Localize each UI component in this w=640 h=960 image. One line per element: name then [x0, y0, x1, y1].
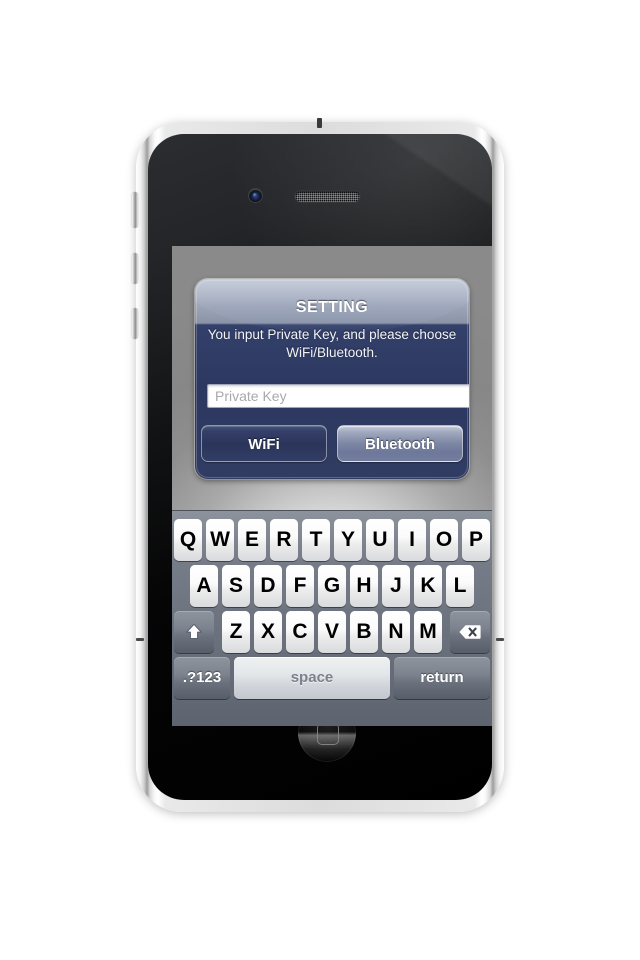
key-d[interactable]: D [254, 565, 282, 607]
backspace-icon [450, 611, 490, 653]
antenna-notch-left [136, 638, 144, 641]
shift-icon [174, 611, 214, 653]
key-n[interactable]: N [382, 611, 410, 653]
home-square-icon [317, 723, 339, 745]
virtual-keyboard: Q W E R T Y U I O P A S D F G H J K L Z … [172, 510, 492, 726]
phone-device-frame: SETTING You input Private Key, and pleas… [132, 118, 504, 812]
speaker-grille-icon [295, 191, 360, 202]
silent-switch-button[interactable] [132, 192, 138, 228]
key-x[interactable]: X [254, 611, 282, 653]
key-h[interactable]: H [350, 565, 378, 607]
keyboard-row-2: A S D F G H J K L [172, 565, 492, 607]
phone-screen: SETTING You input Private Key, and pleas… [172, 246, 492, 726]
key-u[interactable]: U [366, 519, 394, 561]
backspace-key[interactable] [450, 611, 490, 653]
bluetooth-button[interactable]: Bluetooth [337, 425, 463, 462]
screenshot-stage: SETTING You input Private Key, and pleas… [0, 0, 640, 960]
wifi-button[interactable]: WiFi [201, 425, 327, 462]
volume-up-button[interactable] [132, 253, 138, 284]
antenna-nub [317, 118, 322, 128]
key-o[interactable]: O [430, 519, 458, 561]
keyboard-row-4: .?123 space return [172, 657, 492, 699]
key-v[interactable]: V [318, 611, 346, 653]
key-w[interactable]: W [206, 519, 234, 561]
key-z[interactable]: Z [222, 611, 250, 653]
numeric-mode-key[interactable]: .?123 [174, 657, 230, 699]
key-q[interactable]: Q [174, 519, 202, 561]
key-l[interactable]: L [446, 565, 474, 607]
phone-front-face: SETTING You input Private Key, and pleas… [148, 134, 492, 800]
camera-icon [249, 189, 262, 202]
keyboard-row-3: Z X C V B N M [172, 611, 492, 653]
key-c[interactable]: C [286, 611, 314, 653]
dialog-title: SETTING [295, 299, 369, 316]
space-key[interactable]: space [234, 657, 390, 699]
key-j[interactable]: J [382, 565, 410, 607]
dialog-message: You input Private Key, and please choose… [207, 327, 457, 360]
key-k[interactable]: K [414, 565, 442, 607]
shift-key[interactable] [174, 611, 214, 653]
key-t[interactable]: T [302, 519, 330, 561]
setting-dialog: SETTING You input Private Key, and pleas… [195, 279, 469, 479]
key-r[interactable]: R [270, 519, 298, 561]
key-b[interactable]: B [350, 611, 378, 653]
key-a[interactable]: A [190, 565, 218, 607]
key-g[interactable]: G [318, 565, 346, 607]
key-i[interactable]: I [398, 519, 426, 561]
private-key-input[interactable] [208, 385, 469, 407]
key-m[interactable]: M [414, 611, 442, 653]
key-y[interactable]: Y [334, 519, 362, 561]
keyboard-row-1: Q W E R T Y U I O P [172, 519, 492, 561]
antenna-notch-right [496, 638, 504, 641]
key-f[interactable]: F [286, 565, 314, 607]
volume-down-button[interactable] [132, 308, 138, 339]
key-e[interactable]: E [238, 519, 266, 561]
return-key[interactable]: return [394, 657, 490, 699]
key-s[interactable]: S [222, 565, 250, 607]
key-p[interactable]: P [462, 519, 490, 561]
